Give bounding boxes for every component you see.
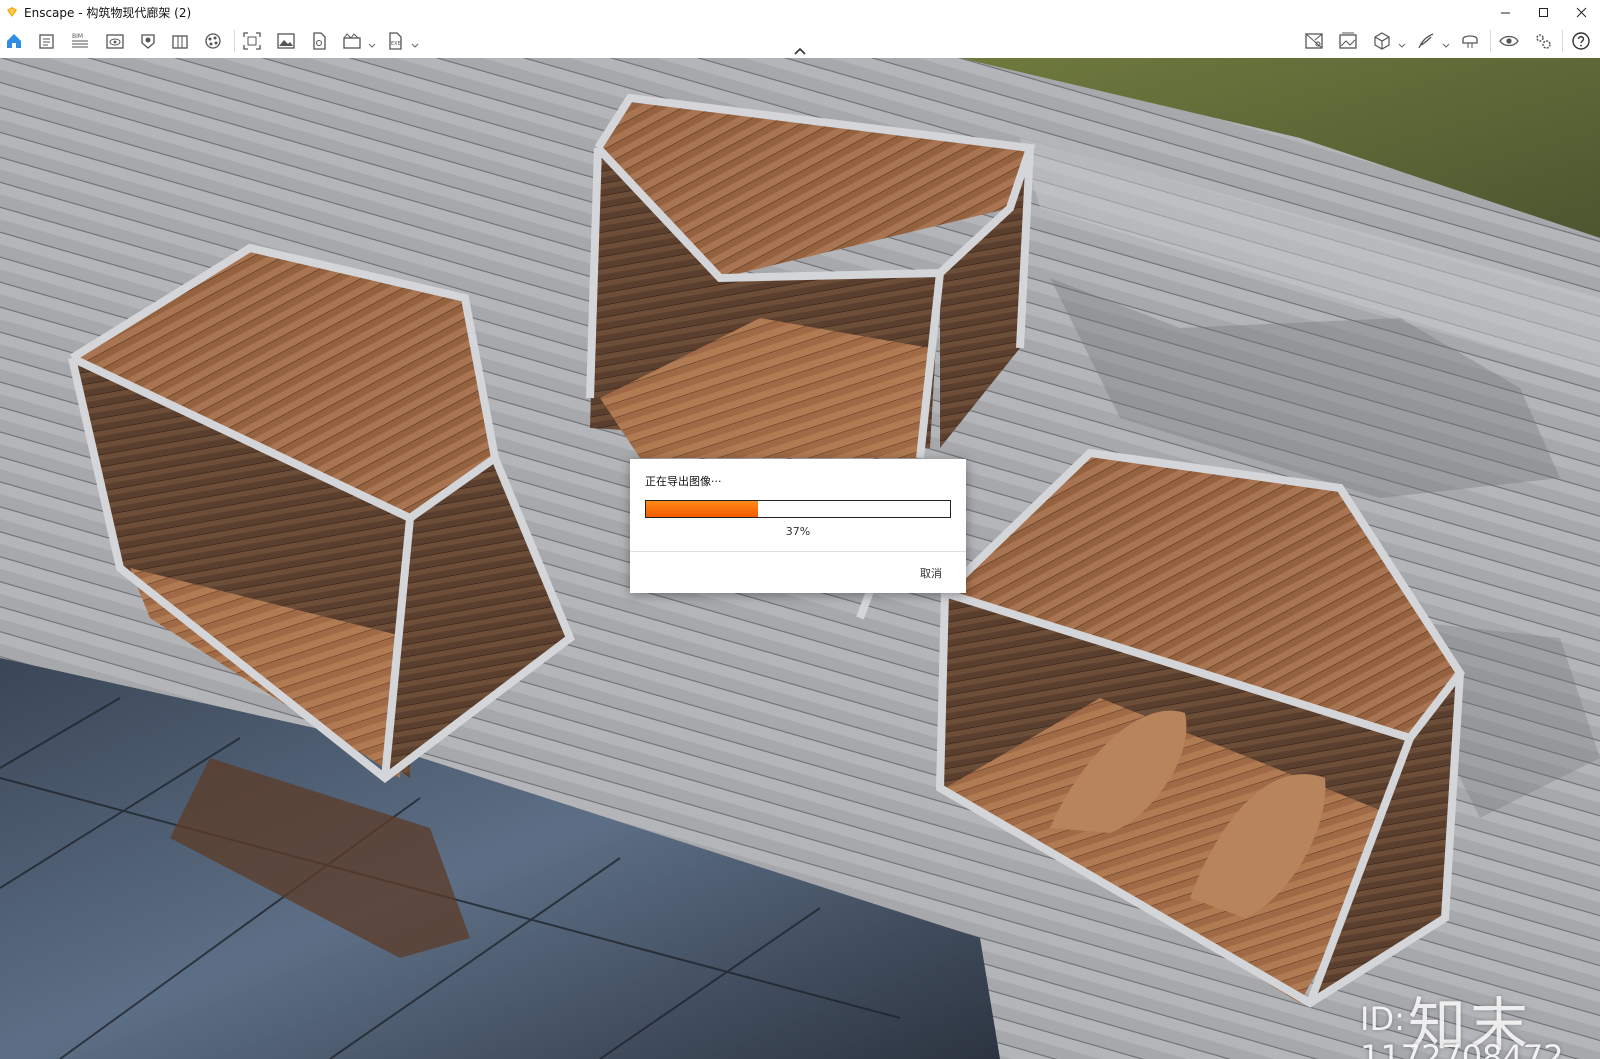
collapse-toolbar-button[interactable] bbox=[792, 45, 808, 59]
enscape-logo-icon bbox=[7, 7, 17, 17]
view-icon bbox=[106, 34, 124, 49]
home-icon bbox=[7, 34, 21, 48]
building-icon bbox=[172, 35, 188, 49]
help-icon bbox=[1572, 32, 1590, 50]
progress-bar bbox=[645, 500, 951, 518]
building-button[interactable] bbox=[168, 29, 192, 53]
settings-gears-icon bbox=[1536, 34, 1551, 49]
toolbar-separator bbox=[1490, 30, 1491, 52]
file-export-button[interactable] bbox=[307, 29, 331, 53]
vr-headset-button[interactable] bbox=[1458, 29, 1482, 53]
material-icon bbox=[205, 33, 221, 49]
home-button[interactable] bbox=[2, 29, 26, 53]
chevron-down-icon bbox=[1442, 43, 1450, 48]
window-title: Enscape - 构筑物现代廊架 (2) bbox=[24, 5, 192, 20]
toolbar-separator bbox=[234, 30, 235, 52]
bim-button[interactable]: BIM bbox=[68, 29, 92, 53]
material-button[interactable] bbox=[201, 29, 225, 53]
batch-render-dropdown[interactable] bbox=[368, 35, 376, 48]
document-icon bbox=[39, 34, 54, 49]
bim-icon: BIM bbox=[72, 33, 88, 48]
file-export-icon bbox=[313, 32, 326, 50]
asset-library-icon bbox=[141, 34, 155, 49]
screenshot-icon bbox=[243, 32, 261, 50]
vr-headset-icon bbox=[1462, 35, 1478, 48]
batch-render-button[interactable] bbox=[340, 29, 364, 53]
view-button[interactable] bbox=[103, 29, 127, 53]
progress-bar-fill bbox=[646, 501, 759, 517]
watermark-id: ID: 1172708472 bbox=[1360, 1000, 1564, 1059]
maximize-button[interactable] bbox=[1524, 0, 1562, 24]
visibility-button[interactable] bbox=[1497, 29, 1521, 53]
asset-library-button[interactable] bbox=[136, 29, 160, 53]
dialog-divider bbox=[630, 551, 966, 552]
map-settings-button[interactable] bbox=[1302, 29, 1326, 53]
toolbar-separator bbox=[1562, 30, 1563, 52]
minimize-button[interactable] bbox=[1486, 0, 1524, 24]
chevron-down-icon bbox=[368, 43, 376, 48]
title-bar: Enscape - 构筑物现代廊架 (2) bbox=[0, 0, 1600, 24]
close-icon bbox=[1576, 7, 1586, 17]
chevron-down-icon bbox=[1398, 43, 1406, 48]
image-icon bbox=[277, 33, 295, 49]
cancel-button[interactable]: 取消 bbox=[920, 565, 942, 581]
image-button[interactable] bbox=[274, 29, 298, 53]
dialog-title: 正在导出图像··· bbox=[645, 475, 722, 488]
document-button[interactable] bbox=[35, 29, 59, 53]
export-progress-dialog: 正在导出图像··· 37% 取消 bbox=[630, 459, 966, 593]
settings-button[interactable] bbox=[1531, 29, 1555, 53]
exe-export-dropdown[interactable] bbox=[411, 35, 419, 48]
gallery-icon bbox=[1339, 32, 1357, 49]
eye-visibility-icon bbox=[1499, 35, 1519, 47]
cube-view-dropdown[interactable] bbox=[1398, 35, 1406, 48]
sketch-mode-dropdown[interactable] bbox=[1442, 35, 1450, 48]
cube-view-icon bbox=[1374, 32, 1390, 50]
minimize-icon bbox=[1500, 12, 1510, 13]
chevron-down-icon bbox=[411, 43, 419, 48]
exe-export-icon: EXE bbox=[389, 32, 402, 50]
cube-view-button[interactable] bbox=[1370, 29, 1394, 53]
map-settings-icon bbox=[1305, 33, 1323, 49]
batch-render-icon bbox=[343, 33, 361, 49]
progress-percent: 37% bbox=[785, 525, 811, 538]
close-button[interactable] bbox=[1562, 0, 1600, 24]
svg-text:EXE: EXE bbox=[391, 41, 401, 47]
help-button[interactable] bbox=[1569, 29, 1593, 53]
maximize-icon bbox=[1538, 7, 1548, 17]
svg-text:BIM: BIM bbox=[72, 33, 83, 40]
sketch-mode-button[interactable] bbox=[1414, 29, 1438, 53]
screenshot-button[interactable] bbox=[240, 29, 264, 53]
sketch-mode-icon bbox=[1418, 33, 1434, 49]
exe-export-button[interactable]: EXE bbox=[383, 29, 407, 53]
chevron-up-icon bbox=[794, 47, 806, 55]
gallery-button[interactable] bbox=[1336, 29, 1360, 53]
